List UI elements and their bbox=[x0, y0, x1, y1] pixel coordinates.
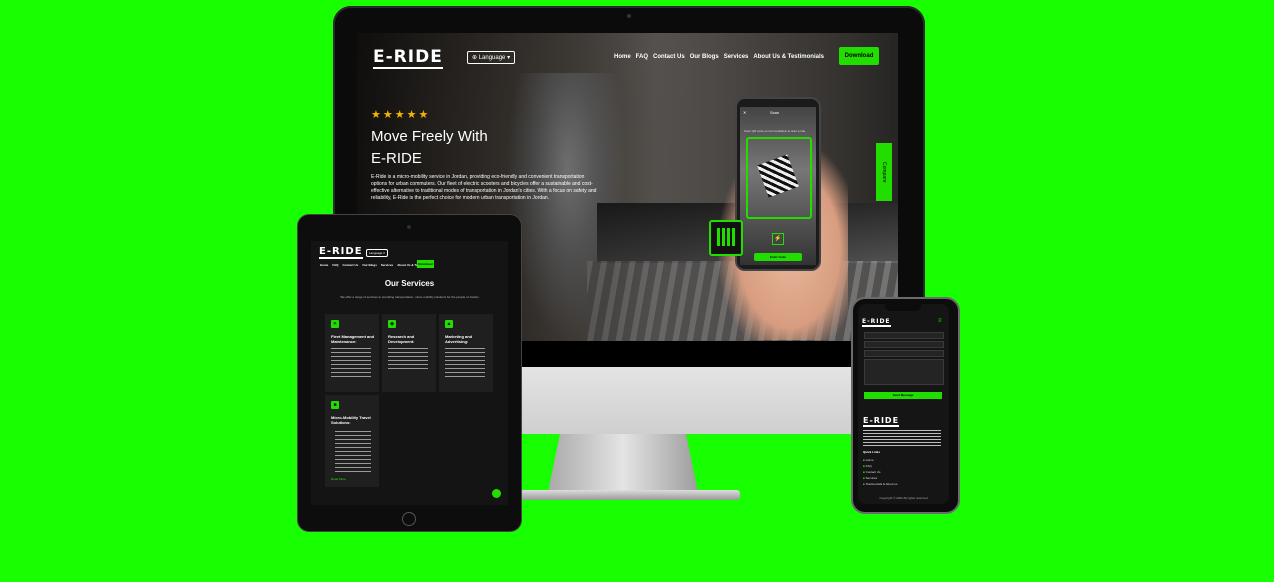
main-nav: Home FAQ Contact Us Our Blogs Services A… bbox=[614, 54, 824, 60]
chat-icon[interactable] bbox=[492, 489, 501, 498]
scooter-icon: ■ bbox=[331, 401, 339, 409]
rating-stars: ★★★★★ bbox=[371, 109, 431, 121]
iphone-screen: E-RIDE ≡ Send Message E-RIDE Quick Links… bbox=[858, 304, 949, 504]
compare-side-tab[interactable]: Compare bbox=[876, 143, 892, 201]
nav-services[interactable]: Services bbox=[724, 54, 749, 60]
qr-sticker-icon bbox=[757, 154, 799, 198]
hero-title-line2: E-RIDE bbox=[371, 150, 422, 167]
qr-pattern bbox=[717, 228, 735, 246]
research-icon: ◆ bbox=[388, 320, 396, 328]
service-title: Micro-Mobility Travel Solutions: bbox=[331, 415, 371, 425]
service-card[interactable]: ■ Micro-Mobility Travel Solutions: Read … bbox=[325, 395, 379, 487]
services-subtitle: We offer a range of services to providin… bbox=[340, 295, 479, 299]
ipad-camera bbox=[407, 225, 411, 229]
iphone-footer-logo: E-RIDE bbox=[863, 416, 900, 427]
ipad-language-select[interactable]: Language ▾ bbox=[366, 249, 388, 257]
quick-links-title: Quick Links bbox=[863, 450, 881, 454]
nav-contact[interactable]: Contact Us bbox=[653, 54, 685, 60]
message-field[interactable] bbox=[864, 359, 944, 385]
ipad-language-label: Language bbox=[369, 251, 383, 255]
nav-faq[interactable]: FAQ bbox=[636, 54, 648, 60]
download-button[interactable]: Download bbox=[839, 47, 879, 65]
service-card[interactable]: ◆ Research and Development: bbox=[382, 314, 436, 392]
footer-description bbox=[863, 430, 941, 446]
language-label: Language bbox=[478, 55, 506, 61]
read-more-link[interactable]: Read More bbox=[331, 477, 346, 481]
ipad-screen: E-RIDE Language ▾ Home FAQ Contact Us Ou… bbox=[311, 241, 508, 505]
ipad-logo[interactable]: E-RIDE bbox=[319, 246, 363, 259]
scan-phone-screen: ✕ Scan Scan QR code on the handlebar to … bbox=[740, 107, 816, 265]
language-select[interactable]: ⊕ Language ▾ bbox=[467, 51, 516, 64]
iphone-notch bbox=[885, 304, 921, 311]
ipad-nav-contact[interactable]: Contact Us bbox=[343, 263, 359, 267]
imac-lower-bezel bbox=[520, 341, 852, 367]
footer-link-about[interactable]: ■ Testimonials & About us bbox=[863, 481, 897, 487]
service-card[interactable]: ▲ Marketing and Advertising: bbox=[439, 314, 493, 392]
scan-title: Scan bbox=[770, 110, 780, 115]
service-description bbox=[388, 348, 428, 370]
service-title: Research and Development: bbox=[388, 334, 415, 344]
quick-links-list: ■ Home ■ FAQ ■ Contact Us ■ Services ■ T… bbox=[863, 457, 897, 487]
qr-code-icon bbox=[709, 220, 743, 256]
apple-logo-icon bbox=[614, 380, 644, 416]
ipad-nav-blogs[interactable]: Our Blogs bbox=[362, 263, 377, 267]
imac-stand bbox=[548, 434, 698, 492]
scan-viewfinder bbox=[746, 137, 812, 219]
scan-close-icon[interactable]: ✕ bbox=[743, 110, 746, 115]
ipad-nav-faq[interactable]: FAQ bbox=[332, 263, 338, 267]
service-description bbox=[335, 431, 371, 475]
nav-blogs[interactable]: Our Blogs bbox=[690, 54, 719, 60]
service-description bbox=[445, 348, 485, 378]
ipad-nav-home[interactable]: Home bbox=[320, 263, 328, 267]
ipad-home-button[interactable] bbox=[402, 512, 416, 526]
nav-home[interactable]: Home bbox=[614, 54, 631, 60]
iphone-logo[interactable]: E-RIDE bbox=[862, 318, 891, 327]
marketing-icon: ▲ bbox=[445, 320, 453, 328]
imac-stand-base bbox=[520, 490, 740, 500]
services-title: Our Services bbox=[384, 279, 435, 288]
scan-hint: Scan QR code on the handlebar to start a… bbox=[744, 129, 806, 133]
hero-description: E-Ride is a micro-mobility service in Jo… bbox=[371, 174, 597, 201]
wrench-icon: ✕ bbox=[331, 320, 339, 328]
service-card[interactable]: ✕ Fleet Management and Maintenance: bbox=[325, 314, 379, 392]
send-message-button[interactable]: Send Message bbox=[864, 392, 942, 399]
enter-code-button[interactable]: Enter Code bbox=[754, 253, 802, 261]
nav-about[interactable]: About Us & Testimonials bbox=[753, 54, 824, 60]
site-logo[interactable]: E-RIDE bbox=[373, 47, 443, 69]
flashlight-icon[interactable]: ⚡ bbox=[772, 233, 784, 245]
ipad-nav: Home FAQ Contact Us Our Blogs Services A… bbox=[320, 263, 433, 267]
copyright-text: Copyright © 2023 All rights reserved bbox=[879, 496, 928, 500]
email-field[interactable] bbox=[864, 341, 944, 348]
name-field[interactable] bbox=[864, 332, 944, 339]
service-description bbox=[331, 348, 371, 378]
service-title: Fleet Management and Maintenance: bbox=[331, 334, 375, 344]
subject-field[interactable] bbox=[864, 350, 944, 357]
hero-title-line1: Move Freely With bbox=[371, 128, 488, 145]
service-title: Marketing and Advertising: bbox=[445, 334, 473, 344]
ipad-download-button[interactable]: Download bbox=[417, 260, 434, 268]
ipad-nav-services[interactable]: Services bbox=[381, 263, 393, 267]
menu-icon[interactable]: ≡ bbox=[938, 318, 942, 324]
scan-phone: ✕ Scan Scan QR code on the handlebar to … bbox=[735, 97, 821, 271]
imac-camera bbox=[627, 14, 631, 18]
